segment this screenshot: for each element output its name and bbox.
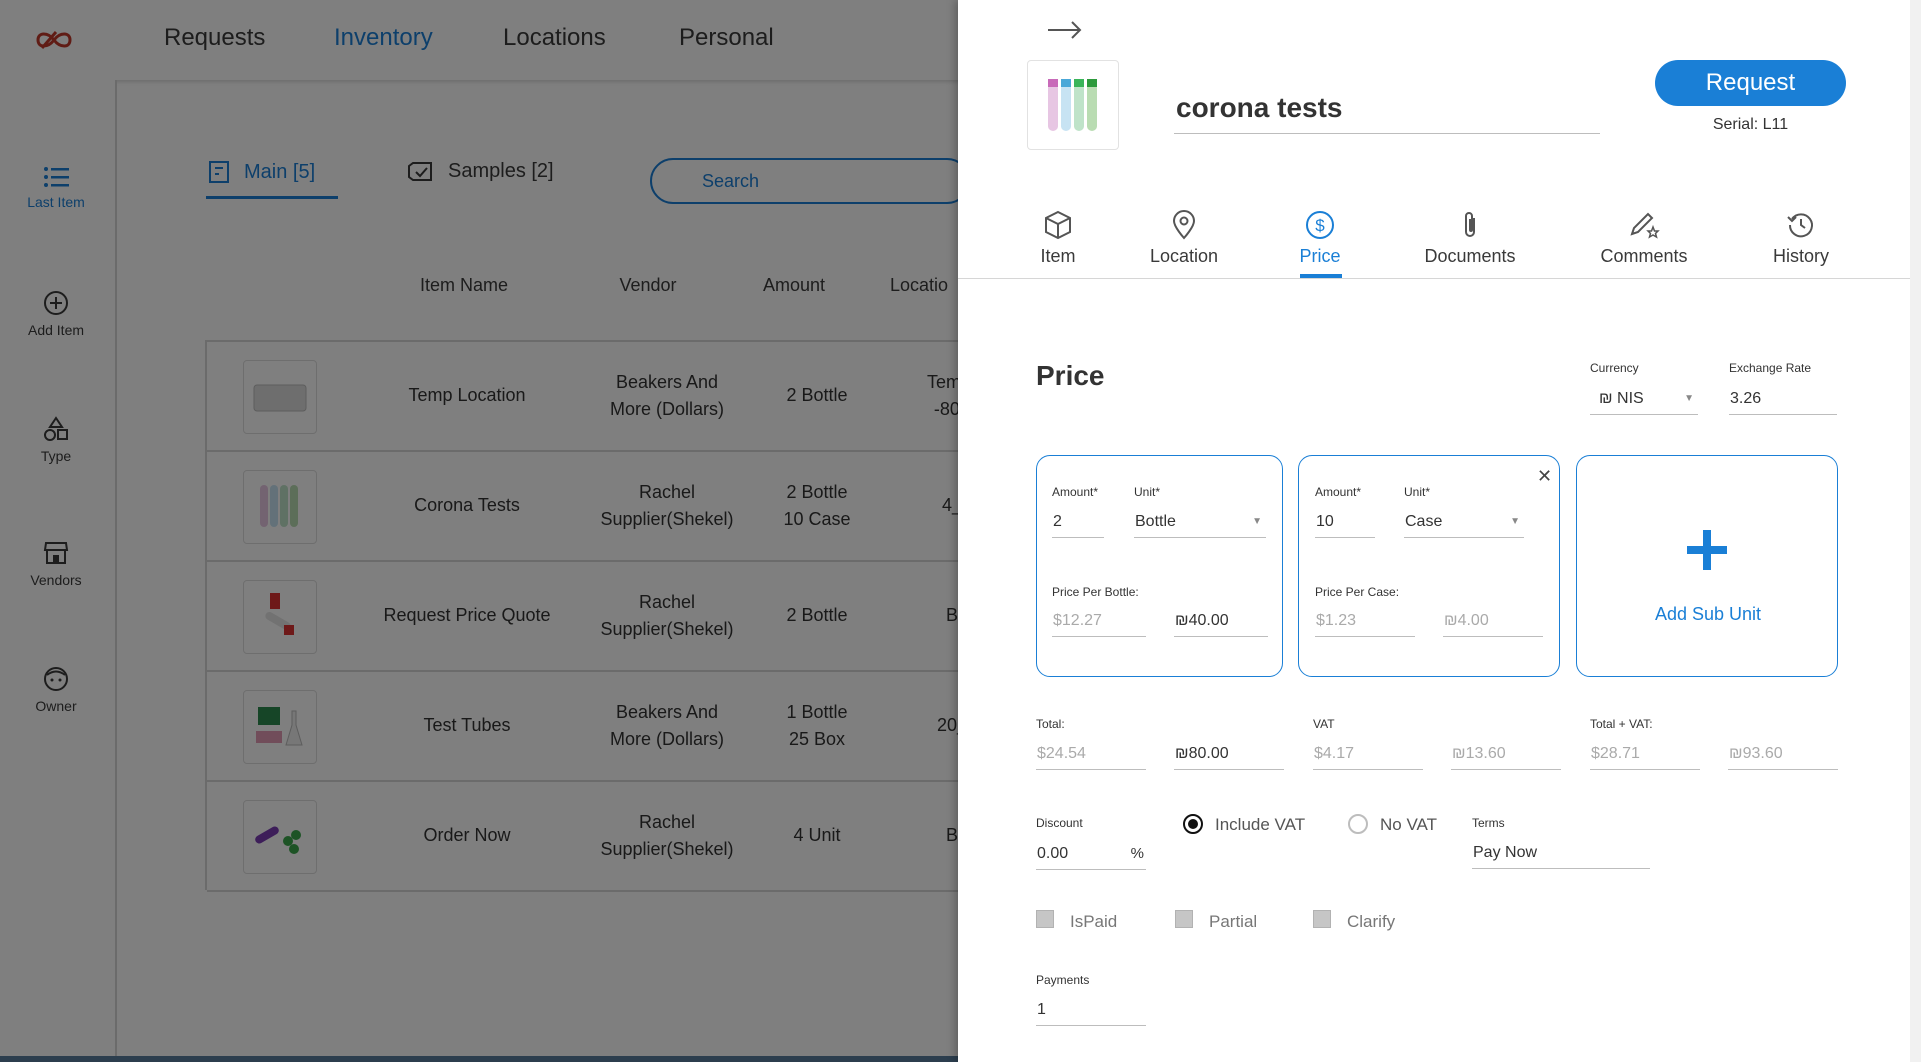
tab-item[interactable]: Item [1024,210,1092,267]
clarify-checkbox[interactable] [1313,910,1331,928]
add-sub-unit-button[interactable]: Add Sub Unit [1576,455,1838,677]
dropdown-caret-icon: ▼ [1252,516,1262,527]
price-usd-input[interactable]: $12.27 [1052,607,1146,637]
dropdown-caret-icon: ▼ [1510,516,1520,527]
price-usd-input[interactable]: $1.23 [1315,607,1415,637]
serial-number: Serial: L11 [1712,116,1789,133]
tab-item-label: Item [1040,246,1076,266]
payments-input[interactable]: 1 [1036,996,1146,1026]
history-icon [1787,213,1813,238]
vat-usd: $4.17 [1313,740,1423,770]
currency-label: Currency [1590,361,1639,375]
partial-label: Partial [1209,912,1258,931]
unit-value: Case [1405,513,1443,530]
price-per-unit-label: Price Per Case: [1315,585,1400,599]
tab-history[interactable]: History [1770,210,1832,267]
price-section-title: Price [1036,360,1105,391]
tab-price-label: Price [1299,246,1341,266]
tab-location-label: Location [1149,246,1219,266]
dropdown-caret-icon: ▼ [1684,393,1694,404]
tab-comments[interactable]: Comments [1597,210,1691,267]
total-nis: ₪80.00 [1174,740,1284,770]
currency-select[interactable]: ₪ NIS ▼ [1590,385,1698,415]
bottom-strip [0,1056,958,1062]
tab-location[interactable]: Location [1144,210,1224,267]
price-nis-input[interactable]: ₪40.00 [1174,607,1268,637]
tab-documents-label: Documents [1424,246,1516,266]
partial-checkbox[interactable] [1175,910,1193,928]
unit-value: Bottle [1135,513,1176,530]
include-vat-radio[interactable] [1183,814,1203,834]
discount-value: 0.00 [1037,845,1069,862]
discount-input[interactable]: 0.00 % [1036,840,1146,870]
currency-value: ₪ NIS [1599,390,1644,407]
include-vat-label: Include VAT [1215,815,1306,834]
request-button[interactable]: Request [1655,60,1846,106]
discount-label: Discount [1036,816,1083,830]
price-per-unit-label: Price Per Bottle: [1052,585,1139,599]
unit-select[interactable]: Case ▼ [1404,508,1524,538]
no-vat-radio[interactable] [1348,814,1368,834]
unit-label: Unit* [1404,485,1431,499]
percent-sign: % [1130,845,1144,862]
is-paid-label: IsPaid [1070,912,1118,931]
add-sub-unit-label: Add Sub Unit [1654,604,1762,624]
tab-history-label: History [1772,246,1829,266]
price-nis-input[interactable]: ₪4.00 [1443,607,1543,637]
total-vat-label: Total + VAT: [1590,717,1653,731]
dollar-circle-icon: $ [1306,211,1334,239]
pencil-star-icon [1630,212,1660,239]
vat-label: VAT [1313,717,1335,731]
total-vat-usd: $28.71 [1590,740,1700,770]
is-paid-checkbox[interactable] [1036,910,1054,928]
plus-icon [1687,530,1727,570]
tab-price[interactable]: $ Price [1290,210,1350,267]
no-vat-label: No VAT [1380,815,1437,834]
modal-backdrop[interactable] [0,0,958,1062]
vat-nis: ₪13.60 [1451,740,1561,770]
amount-label: Amount* [1315,485,1362,499]
item-image[interactable] [1027,60,1119,150]
exchange-rate-label: Exchange Rate [1729,361,1812,375]
arrow-right-icon[interactable] [1046,18,1084,42]
amount-label: Amount* [1052,485,1099,499]
svg-text:$: $ [1315,216,1325,235]
payments-label: Payments [1036,973,1090,987]
tab-divider [958,278,1910,279]
close-icon[interactable]: ✕ [1537,466,1552,487]
total-vat-nis: ₪93.60 [1728,740,1838,770]
exchange-rate-input[interactable]: 3.26 [1729,385,1837,415]
tab-comments-label: Comments [1600,246,1688,266]
clarify-label: Clarify [1347,912,1396,931]
map-pin-icon [1172,210,1196,240]
box-icon [1045,210,1071,240]
terms-select[interactable]: Pay Now [1472,839,1650,869]
total-usd: $24.54 [1036,740,1146,770]
panel-scrollbar[interactable] [1910,0,1921,1062]
total-label: Total: [1036,717,1065,731]
item-name-field[interactable]: corona tests [1174,90,1600,134]
amount-input[interactable]: 2 [1052,508,1104,538]
tab-documents[interactable]: Documents [1420,210,1520,267]
terms-label: Terms [1472,816,1505,830]
amount-input[interactable]: 10 [1315,508,1375,538]
paperclip-icon [1465,212,1475,237]
unit-select[interactable]: Bottle ▼ [1134,508,1266,538]
unit-label: Unit* [1134,485,1161,499]
